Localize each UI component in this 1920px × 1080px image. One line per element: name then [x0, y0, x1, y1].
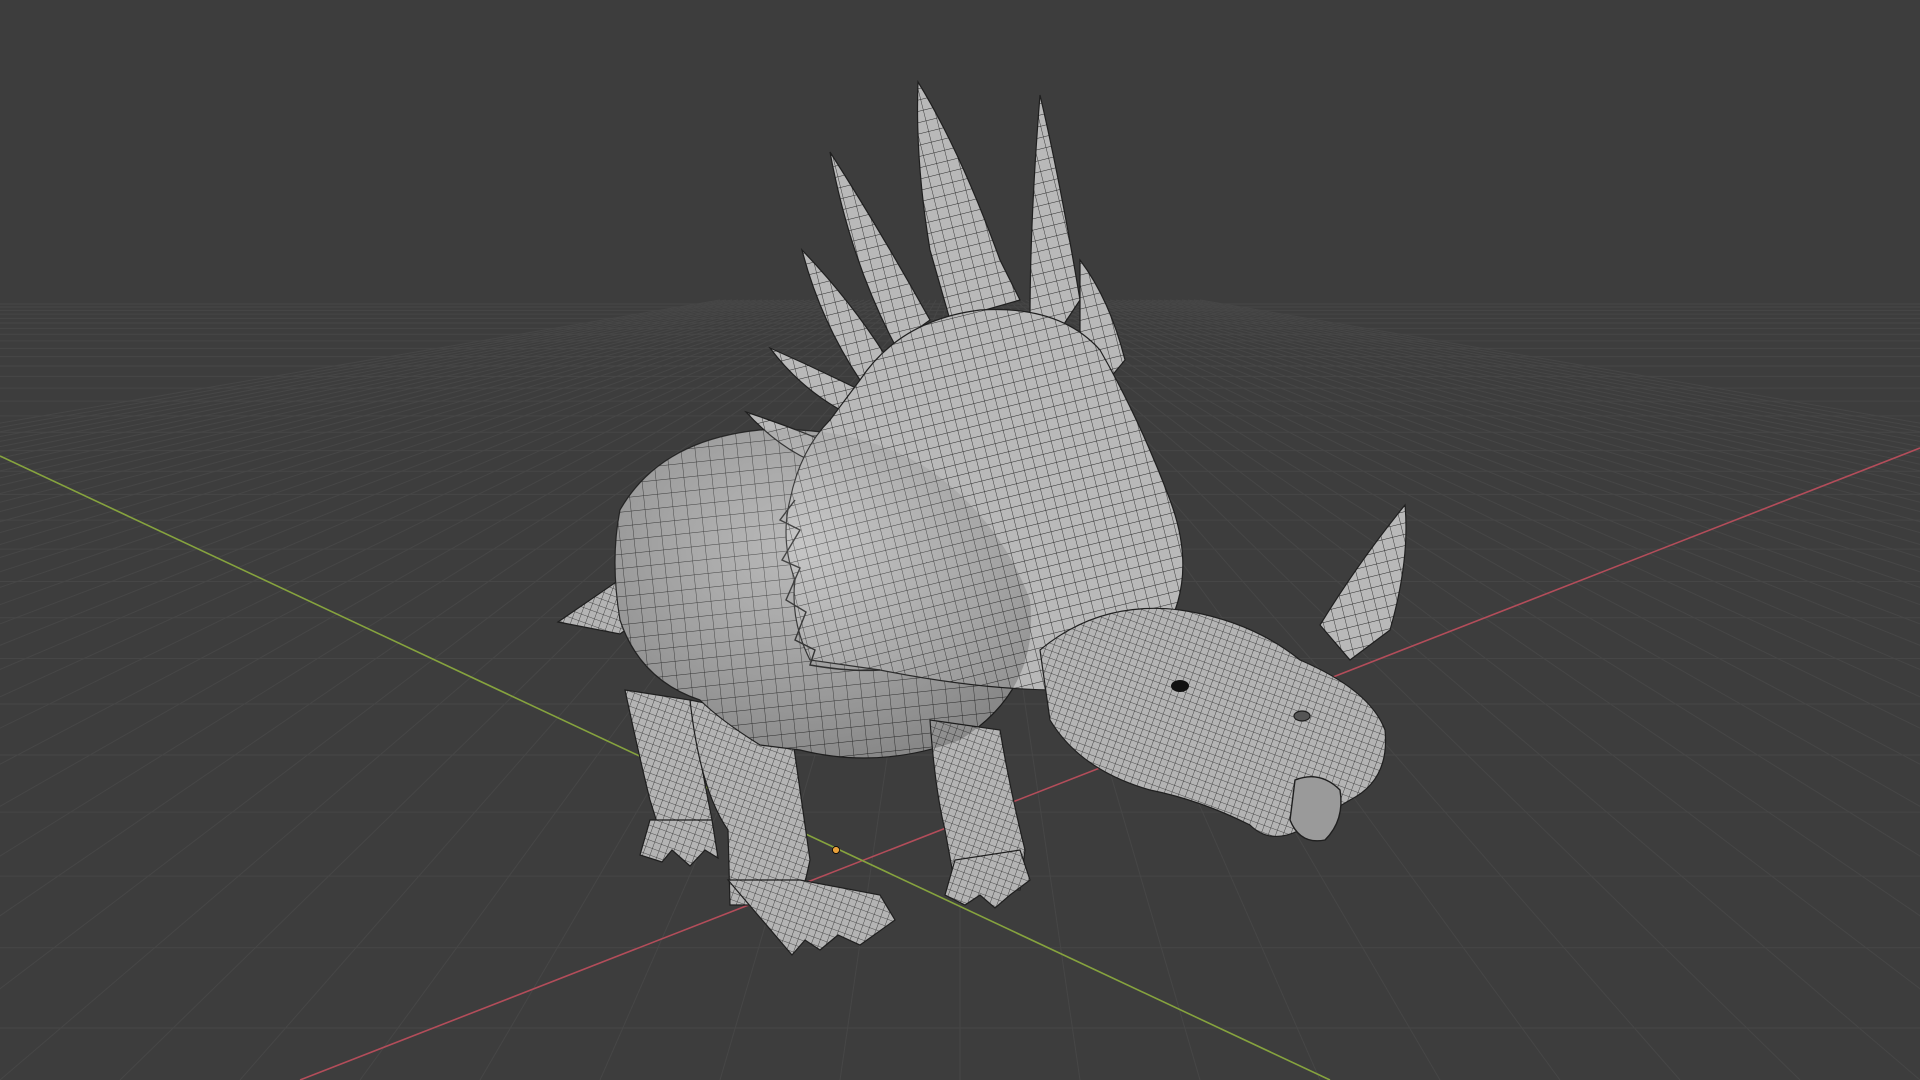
object-origin[interactable] — [832, 846, 840, 854]
nostril — [1293, 710, 1311, 722]
viewport-canvas[interactable] — [0, 0, 1920, 1080]
eye — [1171, 680, 1189, 692]
3d-viewport[interactable] — [0, 0, 1920, 1080]
